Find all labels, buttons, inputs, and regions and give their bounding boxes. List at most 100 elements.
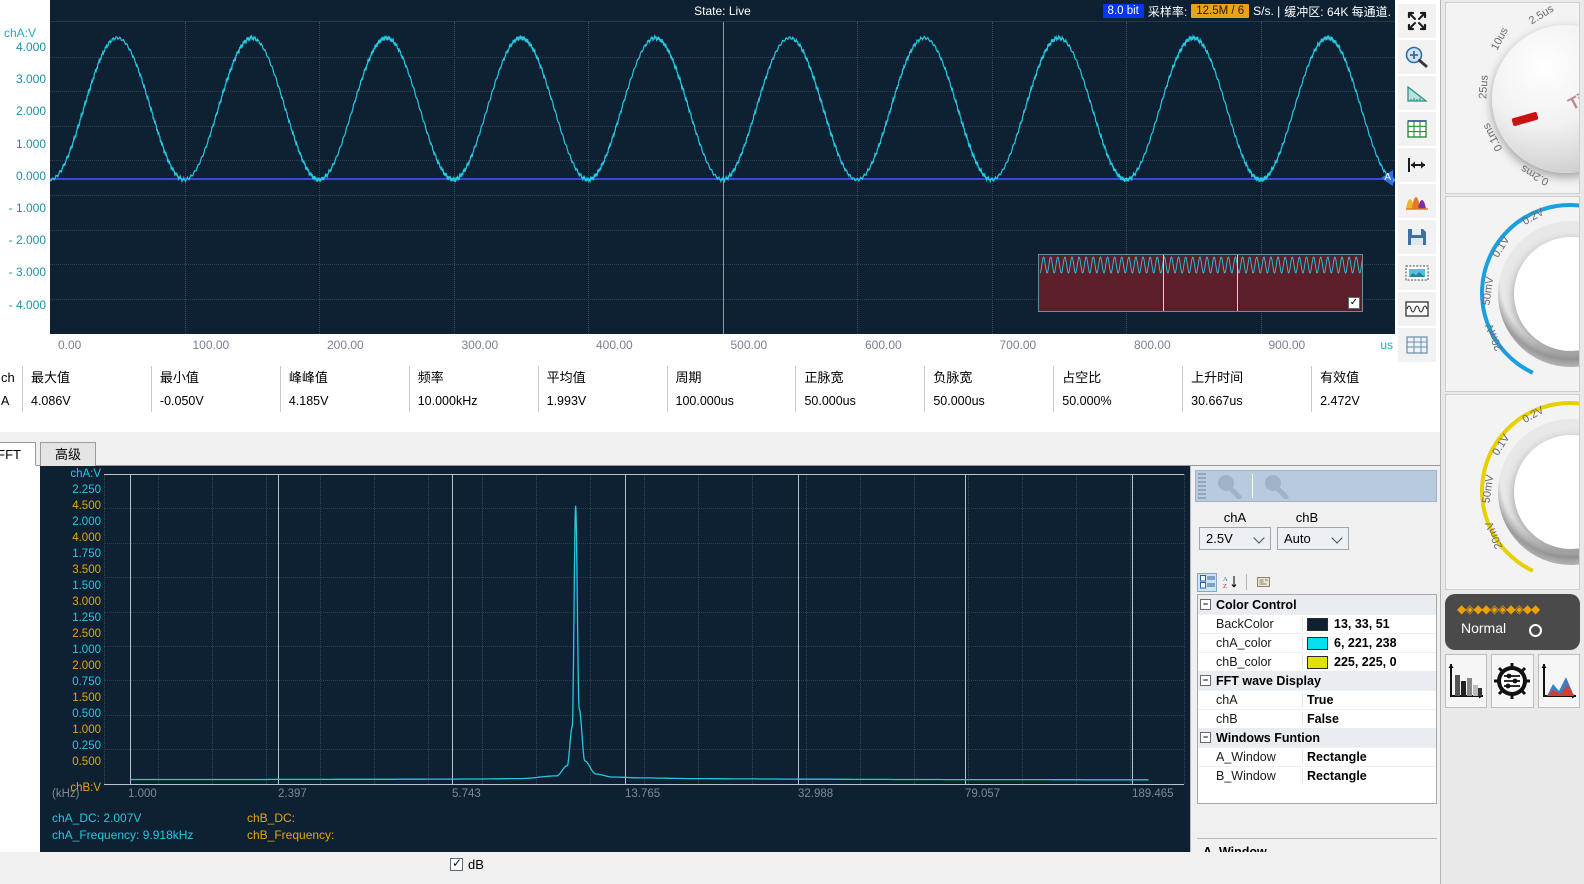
db-checkbox-row[interactable]: dB (450, 856, 484, 872)
scope-x-tick: 0.00 (58, 338, 82, 352)
fit-screen-icon[interactable] (1398, 4, 1436, 38)
property-name: BackColor (1216, 617, 1274, 631)
trigger-mode-led[interactable] (1529, 624, 1542, 637)
horizontal-span-icon[interactable] (1398, 148, 1436, 182)
measurement-column: 周期 100.000us (666, 366, 796, 412)
property-row[interactable]: chA True (1198, 690, 1436, 709)
measurement-value: 100.000us (675, 394, 734, 408)
property-group-header[interactable]: − FFT wave Display (1198, 671, 1436, 690)
svg-text:A: A (1223, 576, 1228, 583)
property-value[interactable]: 225, 225, 0 (1302, 655, 1436, 669)
measurement-column: 峰峰值 4.185V (279, 366, 409, 412)
trigger-marker-a-label: A (1384, 172, 1391, 183)
color-swatch[interactable] (1307, 617, 1328, 631)
measurement-column: 上升时间 30.667us (1182, 366, 1311, 412)
scope-y-tick: 1.000 (15, 136, 46, 151)
measurement-table: ch A 最大值 4.086V 最小值 -0.050V 峰峰值 4.185V 频率 10.000k… (0, 366, 1440, 798)
property-row[interactable]: chB_color 225, 225, 0 (1198, 652, 1436, 671)
collapse-icon[interactable]: − (1200, 599, 1211, 610)
scope-waveform-plot[interactable]: A ✓ (50, 22, 1395, 334)
cha-range-dropdown[interactable]: 2.5V (1199, 527, 1271, 550)
measurement-ch-value: A (1, 394, 10, 408)
property-row[interactable]: BackColor 13, 33, 51 (1198, 614, 1436, 633)
waveform-view-icon[interactable] (1398, 292, 1436, 326)
navigator-checkbox[interactable]: ✓ (1348, 297, 1360, 309)
bar-chart-button[interactable] (1445, 654, 1488, 708)
color-chart-button[interactable] (1537, 654, 1580, 708)
property-row[interactable]: chA_color 6, 221, 238 (1198, 633, 1436, 652)
tab-fft[interactable]: FFT (0, 442, 36, 466)
trigger-mode-panel[interactable]: ◆◈◆◆◈◈◆◈◆◆ Normal (1445, 594, 1580, 650)
waveform-navigator[interactable]: ✓ (1038, 254, 1363, 312)
fft-y-tick-cha: 1.250 (72, 612, 101, 624)
property-row[interactable]: B_Window Rectangle (1198, 766, 1436, 785)
property-group-header[interactable]: − Color Control (1198, 595, 1436, 614)
grid-icon[interactable] (1398, 112, 1436, 146)
scope-x-tick: 400.00 (596, 338, 633, 352)
settings-gear-button[interactable] (1491, 654, 1534, 708)
measurement-value: 2.472V (1320, 394, 1360, 408)
export-image-icon[interactable] (1398, 256, 1436, 290)
measure-ruler-icon[interactable] (1398, 76, 1436, 110)
scope-x-tick: 200.00 (327, 338, 364, 352)
tab-advanced[interactable]: 高级 (40, 442, 97, 466)
fft-major-gridline (104, 784, 1184, 785)
fft-y-axis: chA:V 2.250 4.500 2.000 4.000 1.750 3.500 1.50… (40, 466, 104, 796)
property-grid[interactable]: − Color Control BackColor 13, 33, 51 chA_col… (1197, 594, 1437, 804)
scope-x-tick: 900.00 (1268, 338, 1306, 352)
color-swatch[interactable] (1307, 655, 1328, 669)
property-value[interactable]: Rectangle (1302, 769, 1436, 783)
zoom-in-magnifier-icon[interactable] (1253, 471, 1299, 501)
color-swatch[interactable] (1307, 636, 1328, 650)
categorized-view-icon[interactable] (1197, 572, 1217, 592)
fft-y-tick-chb: 3.500 (72, 564, 101, 576)
chb-volts-knob[interactable]: 0.2V 0.1V 50mV 20mV (1445, 394, 1580, 590)
property-value[interactable]: 13, 33, 51 (1302, 617, 1436, 631)
zoom-out-magnifier-icon[interactable] (1206, 471, 1252, 501)
property-value[interactable]: True (1302, 693, 1436, 707)
property-pages-icon[interactable] (1253, 573, 1273, 592)
measurement-value: -0.050V (159, 394, 204, 408)
scope-y-tick: - 1.000 (8, 201, 46, 215)
navigator-divider-right (1237, 255, 1238, 311)
histogram-peaks-icon[interactable] (1398, 184, 1436, 218)
zoom-in-icon[interactable] (1398, 40, 1436, 74)
property-group-title: FFT wave Display (1216, 673, 1321, 688)
property-value[interactable]: Rectangle (1302, 750, 1436, 764)
measurement-value: 30.667us (1191, 394, 1243, 408)
property-row[interactable]: chB False (1198, 709, 1436, 728)
trigger-wave-icon: ◆◈◆◆◈◈◆◈◆◆ (1457, 602, 1540, 616)
fft-chb-freq: chB_Frequency: (247, 828, 335, 842)
measurement-column: 正脉宽 50.000us (795, 366, 924, 412)
fft-y-tick-chb: 3.000 (72, 596, 101, 608)
fft-y-tick-chb: 1.000 (72, 724, 101, 736)
fft-spectrum-plot[interactable] (104, 474, 1185, 785)
db-checkbox[interactable] (450, 856, 463, 871)
property-value[interactable]: 6, 221, 238 (1302, 636, 1436, 650)
cha-volts-knob[interactable]: 0.2V 0.1V 50mV 20mV (1445, 196, 1580, 392)
property-group-header[interactable]: − Windows Funtion (1198, 728, 1436, 747)
toolbar-grip[interactable] (1198, 473, 1206, 499)
measurement-column: 占空比 50.000% (1053, 366, 1182, 412)
measurement-value: 10.000kHz (417, 394, 478, 408)
alphabetical-sort-icon[interactable]: A Z (1220, 573, 1240, 592)
save-icon[interactable] (1398, 220, 1436, 254)
measurement-column: 有效值 2.472V (1311, 366, 1440, 412)
fft-y-tick-chb: 2.500 (72, 628, 101, 640)
data-table-icon[interactable] (1398, 328, 1436, 362)
measurement-column: 频率 10.000kHz (408, 366, 538, 412)
collapse-icon[interactable]: − (1200, 675, 1211, 686)
sample-rate-label: 采样率: (1147, 4, 1188, 19)
timebase-knob[interactable]: Tim 2.5us 10us 25us 0.1ms 0.2ms (1445, 2, 1580, 194)
chb-range-dropdown[interactable]: Auto (1277, 527, 1349, 550)
fft-y-tick-chb: 4.500 (72, 500, 101, 512)
property-value[interactable]: False (1302, 712, 1436, 726)
collapse-icon[interactable]: − (1200, 732, 1211, 743)
fft-x-tick: 2.397 (278, 788, 307, 800)
hardware-button-row (1445, 654, 1580, 708)
measurement-value: 4.185V (288, 394, 329, 408)
buffer-text: 缓冲区: 64K 每通道. (1284, 4, 1391, 19)
measurement-value: 50.000% (1062, 394, 1112, 408)
fft-x-tick: 13.765 (625, 788, 661, 800)
property-row[interactable]: A_Window Rectangle (1198, 747, 1436, 766)
